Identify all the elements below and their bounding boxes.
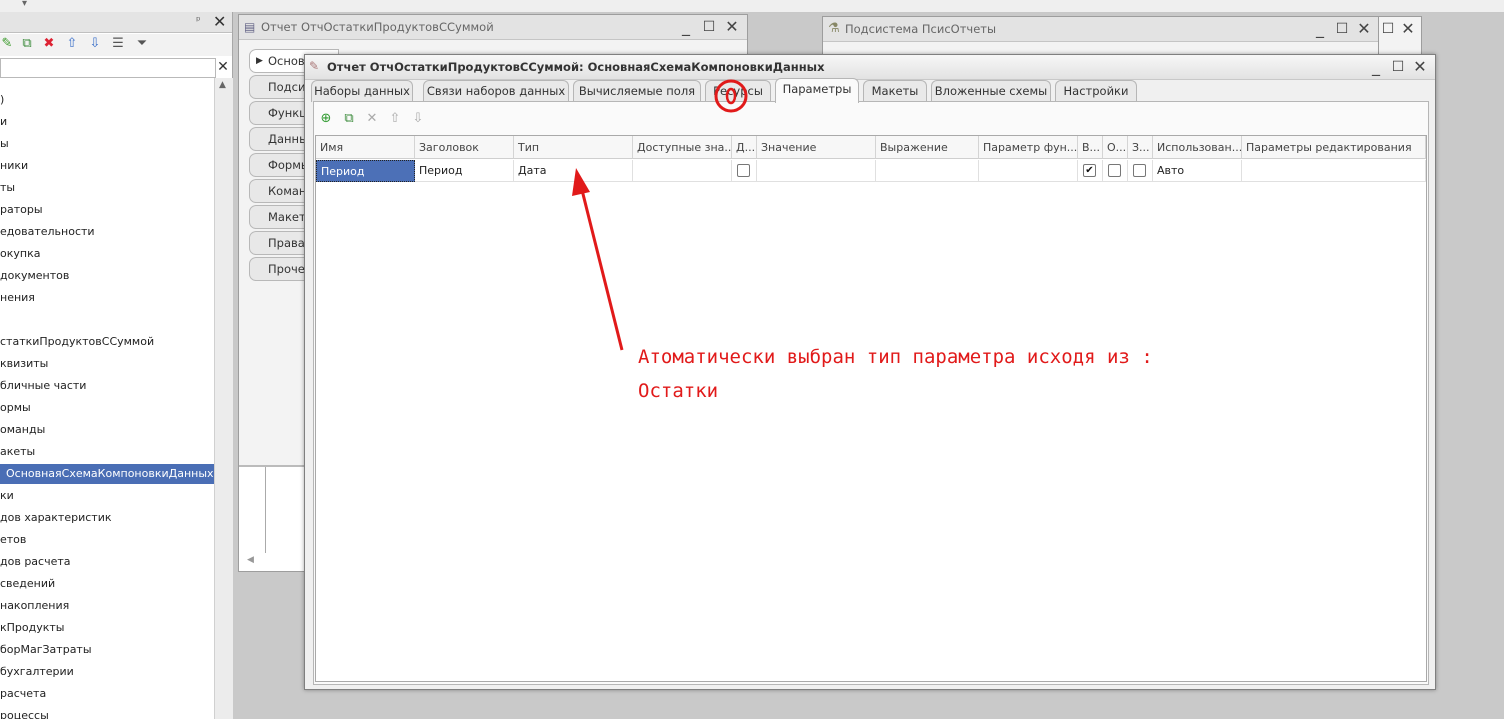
highlight-circle-inner (725, 87, 737, 105)
annotation-line-2: Остатки (638, 380, 719, 402)
tab-parameters[interactable]: Параметры (775, 78, 859, 103)
annotation-arrow-head (572, 168, 590, 196)
highlight-circle (714, 79, 748, 113)
annotation-text: Атоматически выбран тип параметра исходя… (638, 340, 1238, 408)
annotation-arrow-line (580, 189, 624, 351)
annotation-line-1: Атоматически выбран тип параметра исходя… (638, 346, 1153, 368)
